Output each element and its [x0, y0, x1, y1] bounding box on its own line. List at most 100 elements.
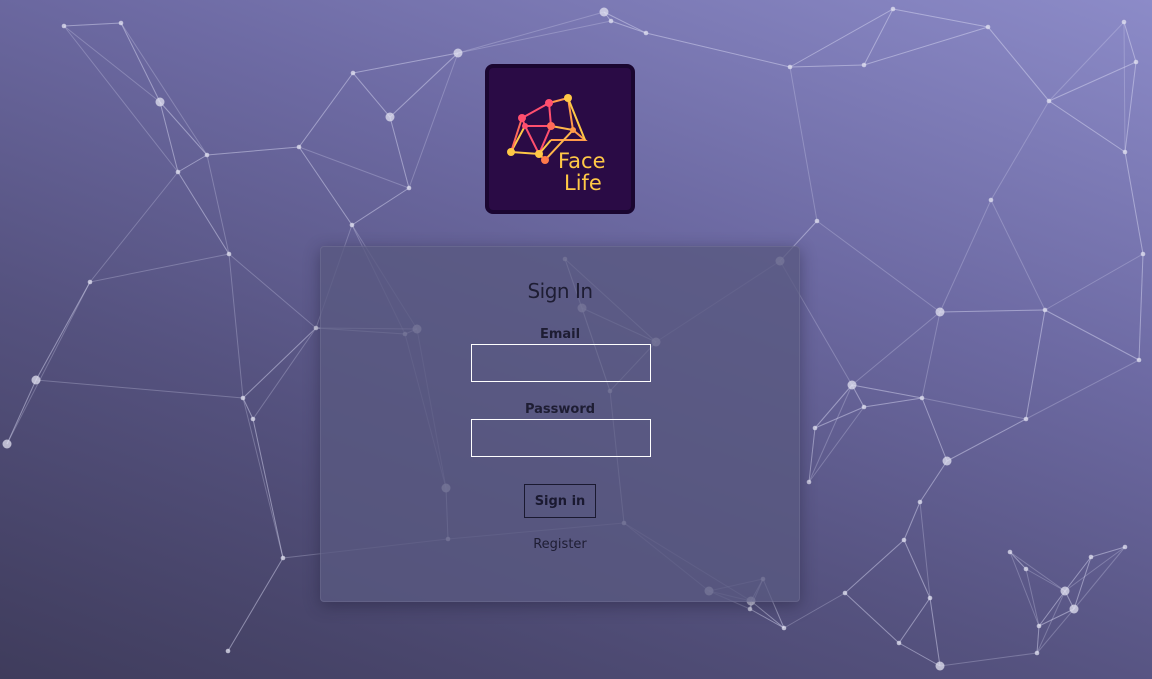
network-node [787, 64, 793, 70]
network-line [921, 397, 1027, 420]
network-line [120, 22, 161, 103]
network-node [61, 23, 67, 29]
network-line [990, 100, 1050, 201]
network-line [89, 171, 179, 283]
network-node [890, 6, 896, 12]
network-node [87, 279, 93, 285]
network-line [898, 597, 931, 644]
network-line [1124, 151, 1144, 255]
signin-card: Sign In Email Password Sign in Register [320, 246, 800, 602]
network-line [1064, 546, 1126, 592]
network-node [747, 606, 753, 612]
logo-text-face: Face [558, 149, 606, 173]
network-node [1069, 604, 1079, 614]
network-node [204, 152, 210, 158]
network-node [1046, 98, 1052, 104]
network-line [808, 384, 853, 483]
network-node [1122, 149, 1128, 155]
network-line [63, 25, 161, 103]
network-node [942, 456, 952, 466]
network-node [2, 439, 12, 449]
network-line [1048, 61, 1137, 102]
network-line [351, 187, 410, 226]
network-node [31, 375, 41, 385]
network-node [349, 222, 355, 228]
network-line [177, 154, 208, 173]
network-line [903, 539, 931, 599]
network-line [242, 327, 317, 399]
network-node [1034, 650, 1040, 656]
network-line [1044, 253, 1144, 311]
network-node [812, 425, 818, 431]
network-node [406, 185, 412, 191]
network-node [280, 555, 286, 561]
network-node [385, 112, 395, 122]
network-node [1088, 554, 1094, 560]
network-line [35, 379, 244, 399]
network-line [863, 26, 989, 66]
network-line [242, 397, 284, 559]
network-line [892, 8, 989, 28]
network-line [227, 557, 284, 652]
network-line [844, 592, 900, 644]
network-line [1064, 556, 1092, 592]
network-line [389, 52, 459, 118]
network-line [408, 52, 459, 189]
network-line [298, 146, 410, 189]
network-line [63, 22, 122, 27]
network-line [1009, 551, 1027, 570]
network-line [389, 116, 410, 189]
network-node [935, 307, 945, 317]
face-life-logo-icon: Face Life [507, 94, 606, 195]
network-node [118, 20, 124, 26]
app-logo: Face Life [485, 64, 635, 214]
network-line [1124, 61, 1137, 153]
signin-title: Sign In [527, 279, 593, 303]
network-line [929, 597, 941, 667]
network-line [1090, 546, 1126, 558]
network-node [1007, 549, 1013, 555]
network-node [1133, 59, 1139, 65]
email-field[interactable] [471, 344, 651, 382]
network-line [898, 642, 941, 667]
network-line [1025, 309, 1046, 420]
network-line [6, 281, 91, 445]
logo-text-life: Life [564, 171, 602, 195]
network-line [1138, 253, 1144, 361]
password-field[interactable] [471, 419, 651, 457]
network-line [352, 72, 391, 118]
network-node [1121, 19, 1127, 25]
network-line [206, 154, 230, 255]
network-node [985, 24, 991, 30]
network-node [313, 325, 319, 331]
network-line [252, 418, 284, 559]
network-line [298, 72, 354, 148]
register-link[interactable]: Register [321, 537, 799, 552]
network-line [1025, 359, 1140, 420]
network-node [250, 416, 256, 422]
network-line [1025, 568, 1066, 592]
network-line [1123, 21, 1137, 63]
network-node [935, 661, 945, 671]
network-line [919, 501, 931, 599]
network-line [789, 64, 865, 68]
network-line [814, 384, 853, 429]
password-label: Password [524, 402, 596, 417]
network-node [842, 590, 848, 596]
signin-button[interactable]: Sign in [524, 484, 596, 518]
network-line [228, 253, 244, 399]
network-line [6, 379, 37, 445]
network-line [1048, 21, 1125, 102]
network-node [896, 640, 902, 646]
network-node [1036, 623, 1042, 629]
network-line [939, 199, 992, 313]
network-line [750, 600, 785, 629]
network-node [1060, 586, 1070, 596]
network-node [599, 7, 609, 17]
network-line [1123, 21, 1126, 153]
network-line [228, 253, 317, 329]
network-line [844, 539, 905, 594]
network-line [206, 146, 300, 156]
network-node [861, 62, 867, 68]
network-node [225, 648, 231, 654]
